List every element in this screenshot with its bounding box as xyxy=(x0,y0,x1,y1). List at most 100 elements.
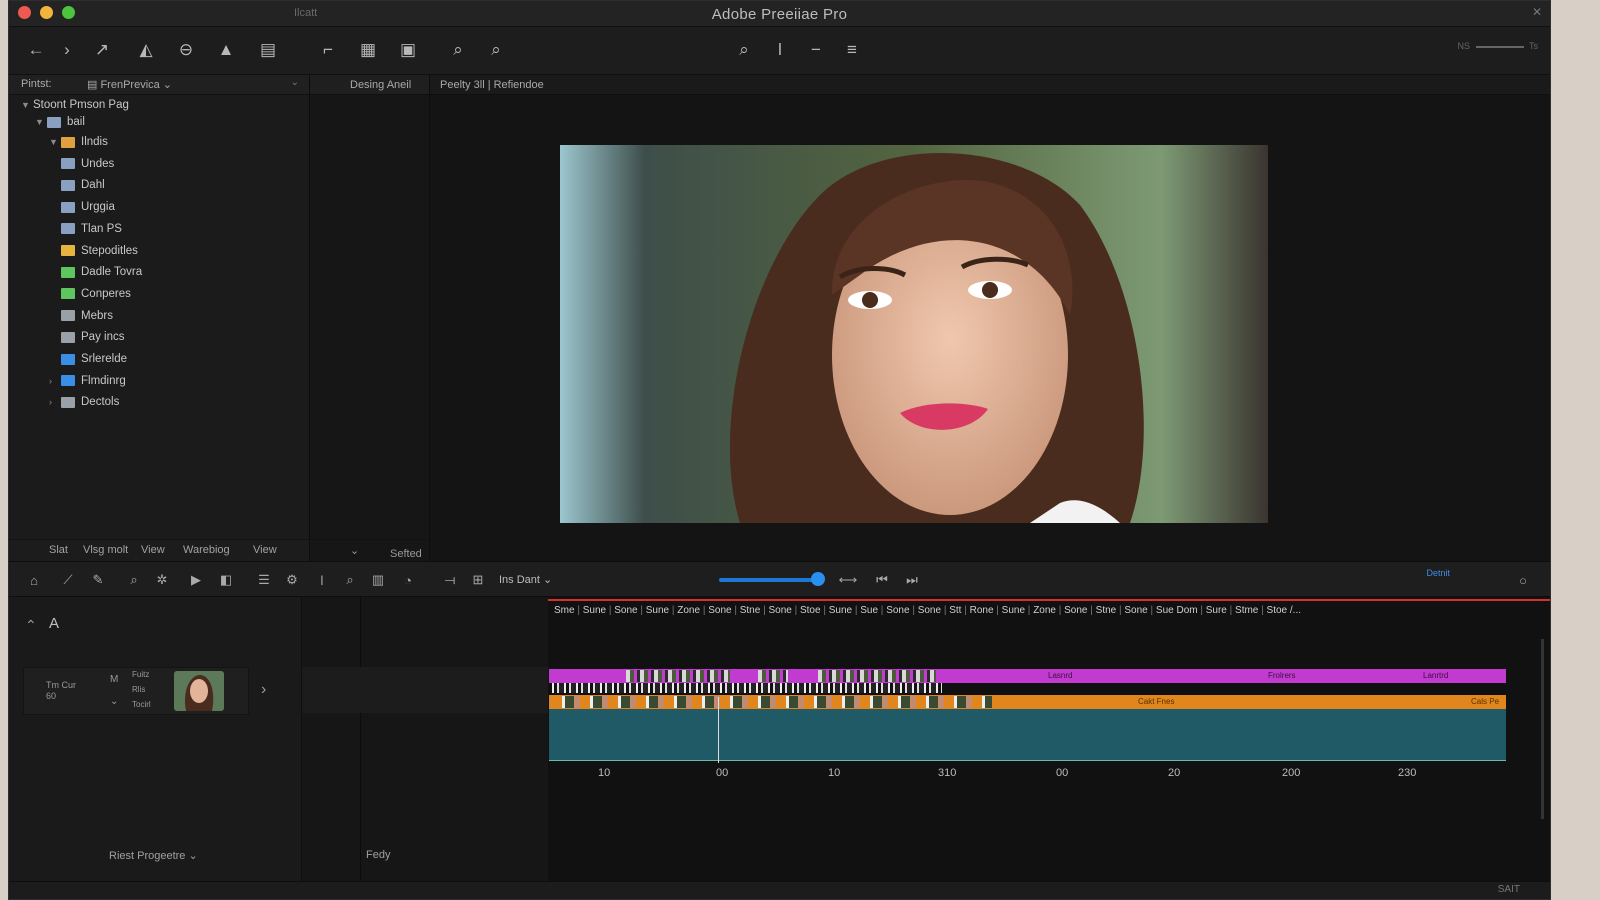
scene-label[interactable]: Zone xyxy=(1033,605,1056,616)
chevron-right-icon[interactable]: › xyxy=(261,681,266,699)
scene-label[interactable]: Stoe xyxy=(800,605,821,616)
project-item[interactable]: › Dectols xyxy=(49,392,119,412)
magnify-icon[interactable]: ⌕ xyxy=(731,37,757,63)
default-label[interactable]: Detnit xyxy=(1426,568,1450,578)
layers-icon[interactable]: ⚙ xyxy=(281,570,303,590)
project-item[interactable]: › Flmdinrg xyxy=(49,371,126,391)
settings-circle-icon[interactable]: ○ xyxy=(1512,570,1534,590)
expand-icon[interactable]: ⟷ xyxy=(837,570,859,590)
scene-label[interactable]: Stne xyxy=(1096,605,1117,616)
project-item[interactable]: Stepoditles xyxy=(49,241,138,261)
collapse-icon[interactable]: ⌃ xyxy=(25,617,37,634)
panel-menu-icon[interactable]: ⌄ xyxy=(291,77,299,88)
scene-label[interactable]: Stoe /... xyxy=(1267,605,1301,616)
chevron-right-icon[interactable]: › xyxy=(49,397,61,407)
footer-warebiog[interactable]: Warebiog xyxy=(183,544,230,556)
marker-tool-icon[interactable]: ǀ xyxy=(311,570,333,590)
clip-icon[interactable]: ▤ xyxy=(255,37,281,63)
program-viewer[interactable] xyxy=(560,145,1268,523)
scene-label[interactable]: Sune xyxy=(646,605,669,616)
play-icon[interactable]: ▶ xyxy=(185,570,207,590)
project-item[interactable]: Tlan PS xyxy=(49,219,122,239)
graph-icon[interactable]: ⟋ xyxy=(57,570,79,590)
chevron-down-icon[interactable]: ⌄ xyxy=(110,696,118,707)
chevron-down-icon[interactable]: ▼ xyxy=(35,117,47,127)
close-icon[interactable]: ✕ xyxy=(1532,5,1542,19)
speed-icon[interactable]: ◔ xyxy=(397,570,419,590)
footer-slat[interactable]: Slat xyxy=(49,544,68,556)
zoom-search-icon[interactable]: ⌕ xyxy=(483,37,509,63)
scene-label[interactable]: Sune xyxy=(829,605,852,616)
timeline-zoom-knob[interactable] xyxy=(811,572,825,586)
scene-label[interactable]: Sue Dom xyxy=(1156,605,1198,616)
chevron-right-icon[interactable]: › xyxy=(49,376,61,386)
project-item[interactable]: Srlerelde xyxy=(49,349,127,369)
list-icon[interactable]: ≡ xyxy=(839,37,865,63)
minus-icon[interactable]: − xyxy=(803,37,829,63)
search-tool-icon[interactable]: ⌕ xyxy=(339,570,361,590)
project-item[interactable]: Dadle Tovra xyxy=(49,262,142,282)
timeline-ruler[interactable] xyxy=(548,599,1550,601)
scene-label[interactable]: Stne xyxy=(740,605,761,616)
chevron-right-icon[interactable]: ▼ xyxy=(49,137,61,147)
scene-label[interactable]: Zone xyxy=(677,605,700,616)
step-back-icon[interactable]: ⏮ xyxy=(871,570,893,590)
sequence-selector[interactable]: Ins Dant ⌄ xyxy=(499,573,552,586)
pin-icon[interactable]: ▲ xyxy=(213,37,239,63)
timeline-scrollbar[interactable] xyxy=(1541,639,1544,819)
link-icon[interactable]: ⊖ xyxy=(173,37,199,63)
pen-icon[interactable]: ↗ xyxy=(89,37,115,63)
shapes-icon[interactable]: ◭ xyxy=(133,37,159,63)
pages-icon[interactable]: ▣ xyxy=(395,37,421,63)
timeline-zoom-slider[interactable] xyxy=(719,578,819,582)
track-audio-2[interactable] xyxy=(549,709,1506,761)
project-item[interactable]: Pay incs xyxy=(49,327,124,347)
playhead[interactable] xyxy=(718,697,719,763)
scene-label[interactable]: Sone xyxy=(918,605,941,616)
scene-label[interactable]: Sue xyxy=(860,605,878,616)
home-icon[interactable]: ⌂ xyxy=(23,570,45,590)
scene-label[interactable]: Sone xyxy=(614,605,637,616)
scene-label[interactable]: Sme xyxy=(554,605,575,616)
scene-label[interactable]: Sune xyxy=(583,605,606,616)
list-view-icon[interactable]: ☰ xyxy=(253,570,275,590)
program-title[interactable]: Peelty 3ll | Refiendoe xyxy=(440,79,544,91)
project-item[interactable]: Conperes xyxy=(49,284,131,304)
scene-label[interactable]: Sone xyxy=(1124,605,1147,616)
zoom-icon[interactable]: ⌕ xyxy=(123,570,145,590)
scene-label[interactable]: Rone xyxy=(970,605,994,616)
grid-icon[interactable]: ⊞ xyxy=(467,570,489,590)
crop-icon[interactable]: ⌐ xyxy=(315,37,341,63)
timeline-tracks[interactable]: Sme | Sune | Sone | Sune | Zone | Sone |… xyxy=(548,597,1550,899)
search-icon[interactable]: ⌕ xyxy=(445,37,471,63)
zoom-slider[interactable] xyxy=(1476,46,1524,48)
project-item[interactable]: Urggia xyxy=(49,197,115,217)
project-item[interactable]: Dahl xyxy=(49,175,105,195)
link-tool-icon[interactable]: ⟞ xyxy=(439,570,461,590)
scene-label[interactable]: Sone xyxy=(1064,605,1087,616)
document-icon[interactable]: ▦ xyxy=(355,37,381,63)
pencil-icon[interactable]: ✎ xyxy=(87,570,109,590)
frame-icon[interactable]: ▥ xyxy=(367,570,389,590)
project-item[interactable]: ▼ Ilndis xyxy=(49,132,108,152)
chevron-down-icon[interactable]: ▼ xyxy=(21,100,33,110)
source-title[interactable]: Desing Aneil xyxy=(350,79,411,91)
scene-label[interactable]: Stme xyxy=(1235,605,1258,616)
footer-view-2[interactable]: View xyxy=(253,544,277,556)
project-selector[interactable]: ▤ FrenPrevica ⌄ xyxy=(87,78,172,91)
effects-icon[interactable]: ✲ xyxy=(151,570,173,590)
footer-vlsg[interactable]: Vlsg molt xyxy=(83,544,128,556)
source-footer-select[interactable]: Sefted ⌄ xyxy=(350,544,422,560)
tree-group[interactable]: ▼ bail xyxy=(35,112,85,132)
footer-view[interactable]: View xyxy=(141,544,165,556)
back-arrow-icon[interactable]: ← xyxy=(23,37,49,63)
project-item[interactable]: Mebrs xyxy=(49,306,113,326)
scene-label[interactable]: Sone xyxy=(768,605,791,616)
clip-thumbnail[interactable] xyxy=(174,671,224,711)
marker-icon[interactable]: ǀ xyxy=(767,37,793,63)
scene-label[interactable]: Sune xyxy=(1002,605,1025,616)
step-forward-icon[interactable]: ⏭ xyxy=(901,570,923,590)
text-tool-icon[interactable]: A xyxy=(49,615,59,632)
scene-label[interactable]: Sone xyxy=(886,605,909,616)
scene-label[interactable]: Stt xyxy=(949,605,961,616)
